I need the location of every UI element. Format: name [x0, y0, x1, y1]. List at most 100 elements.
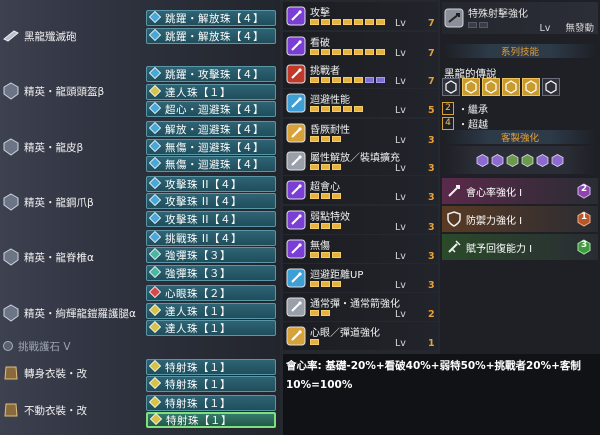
set-bonus-count: 2	[442, 102, 454, 115]
augment-health-regen[interactable]: 賦予回復能力 I 3	[442, 234, 598, 260]
skill-level-pip	[332, 252, 341, 258]
crit-boost-icon	[286, 180, 306, 200]
skill-level-pip	[310, 164, 319, 170]
skill-row[interactable]: 迴避距離UP Lv 3	[283, 264, 438, 292]
skill-lv-label: Lv	[395, 18, 406, 29]
armor-piece-name[interactable]: 精英・龍脊椎α	[2, 245, 142, 269]
skill-level-pip	[343, 77, 352, 83]
shield-icon	[447, 211, 461, 227]
armor-piece-name[interactable]: 黑龍殲滅砲	[2, 24, 142, 48]
skill-lv-label: Lv	[395, 309, 406, 320]
armor-name-text: 轉身衣裝・改	[24, 367, 87, 380]
special-lv-label: Lv	[539, 23, 551, 34]
decoration-slot[interactable]: 特射珠【１】	[146, 412, 276, 428]
armor-piece-name[interactable]: 精英・龍鋼爪β	[2, 190, 142, 214]
skill-row[interactable]: 看破 Lv 7	[283, 32, 438, 60]
augment-name: 賦予回復能力 I	[466, 243, 533, 255]
skill-row[interactable]: 屬性解放／裝填擴充 Lv 3	[283, 147, 438, 175]
decoration-slot[interactable]: 達人珠【１】	[146, 303, 276, 319]
skill-level-value: 3	[428, 163, 435, 174]
skill-level-pip	[310, 281, 319, 287]
skill-level-pip	[310, 193, 319, 199]
decoration-label: 無傷・迴避珠【４】	[165, 141, 264, 154]
decoration-slot[interactable]: 跳躍・解放珠【４】	[146, 28, 276, 44]
sword-heal-icon	[448, 240, 461, 253]
skill-name: 挑戰者	[310, 66, 340, 77]
decoration-label: 超心・迴避珠【４】	[165, 103, 264, 116]
skill-level-value: 5	[428, 105, 435, 116]
skill-level-value: 3	[428, 135, 435, 146]
peak-icon	[286, 239, 306, 259]
skill-level-pip	[376, 77, 385, 83]
augment-name: 防禦力強化 I	[466, 215, 523, 227]
weapon-set-icon	[442, 78, 460, 96]
skill-level-value: 3	[428, 280, 435, 291]
decoration-slot[interactable]: 特射珠【１】	[146, 359, 276, 375]
set-piece-icons	[442, 78, 560, 96]
decoration-gem-icon	[148, 412, 163, 428]
decoration-slot[interactable]: 無傷・迴避珠【４】	[146, 139, 276, 155]
skill-level-pip	[321, 106, 330, 112]
decoration-slot[interactable]: 跳躍・解放珠【４】	[146, 10, 276, 26]
skill-row[interactable]: 昏厥耐性 Lv 3	[283, 119, 438, 147]
decoration-slot[interactable]: 攻擊珠 II【４】	[146, 193, 276, 209]
augment-affinity[interactable]: 會心率強化 I 2	[442, 178, 598, 204]
armor-set-icon	[482, 78, 500, 96]
skill-row[interactable]: 心眼／彈道強化 Lv 1	[283, 322, 438, 350]
armor-icon	[2, 27, 20, 45]
skill-level-bar	[310, 77, 385, 84]
skill-row[interactable]: 無傷 Lv 3	[283, 235, 438, 263]
decoration-slot[interactable]: 挑戰珠 II【４】	[146, 230, 276, 246]
eye-icon	[286, 36, 306, 56]
armor-piece-name[interactable]: 精英・絢輝龍鎧羅護腿α	[2, 301, 142, 325]
special-skill-row[interactable]: 特殊射擊強化 Lv 無發動	[442, 2, 598, 34]
skill-row[interactable]: 通常彈・通常箭強化 Lv 2	[283, 293, 438, 321]
charm-row[interactable]: 挑戰護石 V	[2, 338, 71, 354]
skill-row[interactable]: 挑戰者 Lv 7	[283, 60, 438, 88]
decoration-gem-icon	[147, 176, 162, 192]
armor-set-icon	[542, 78, 560, 96]
skill-level-bar	[310, 164, 341, 171]
skill-level-pip	[332, 77, 341, 83]
skill-level-pip	[321, 310, 330, 316]
skill-row[interactable]: 超會心 Lv 3	[283, 176, 438, 204]
skill-level-value: 3	[428, 251, 435, 262]
decoration-label: 特射珠【１】	[165, 361, 231, 374]
skill-level-bar	[310, 136, 341, 143]
skill-level-bar	[310, 19, 385, 26]
skill-lv-label: Lv	[395, 135, 406, 146]
decoration-slot[interactable]: 攻擊珠 II【４】	[146, 176, 276, 192]
skill-level-value: 3	[428, 192, 435, 203]
decoration-slot[interactable]: 達人珠【１】	[146, 84, 276, 100]
special-shot-icon	[444, 8, 464, 28]
decoration-slot[interactable]: 強彈珠【３】	[146, 247, 276, 263]
armor-piece-name[interactable]: 精英・龍皮β	[2, 135, 142, 159]
weakness-icon	[286, 210, 306, 230]
decoration-slot[interactable]: 無傷・迴避珠【４】	[146, 156, 276, 172]
decoration-slot[interactable]: 跳躍・攻擊珠【４】	[146, 66, 276, 82]
decoration-gem-icon	[147, 395, 162, 411]
skill-level-pip	[310, 310, 319, 316]
skill-row[interactable]: 弱點特效 Lv 3	[283, 206, 438, 234]
skill-row[interactable]: 迴避性能 Lv 5	[283, 89, 438, 117]
decoration-slot[interactable]: 特射珠【１】	[146, 376, 276, 392]
armor-piece-name[interactable]: 轉身衣裝・改	[2, 361, 142, 385]
decoration-slot[interactable]: 特射珠【１】	[146, 395, 276, 411]
decoration-slot[interactable]: 達人珠【１】	[146, 320, 276, 336]
decoration-slot[interactable]: 攻擊珠 II【４】	[146, 211, 276, 227]
set-bonus-inherit: 2 ・繼承	[442, 101, 488, 116]
affinity-augment-icon	[448, 185, 460, 197]
decoration-slot[interactable]: 強彈珠【３】	[146, 265, 276, 281]
skill-level-value: 3	[428, 222, 435, 233]
augment-defense[interactable]: 防禦力強化 I 1	[442, 206, 598, 232]
skill-row[interactable]: 攻擊 Lv 7	[283, 2, 438, 30]
decoration-slot[interactable]: 心眼珠【２】	[146, 285, 276, 301]
armor-piece-name[interactable]: 不動衣裝・改	[2, 398, 142, 422]
set-bonus-count: 4	[442, 117, 454, 130]
skill-level-pip	[332, 164, 341, 170]
decoration-slot[interactable]: 超心・迴避珠【４】	[146, 101, 276, 117]
armor-piece-name[interactable]: 精英・龍頭頭盔β	[2, 79, 142, 103]
decoration-slot[interactable]: 解放・迴避珠【４】	[146, 121, 276, 137]
set-bonus-label: ・超越	[458, 120, 488, 131]
normal-shot-icon	[286, 297, 306, 317]
